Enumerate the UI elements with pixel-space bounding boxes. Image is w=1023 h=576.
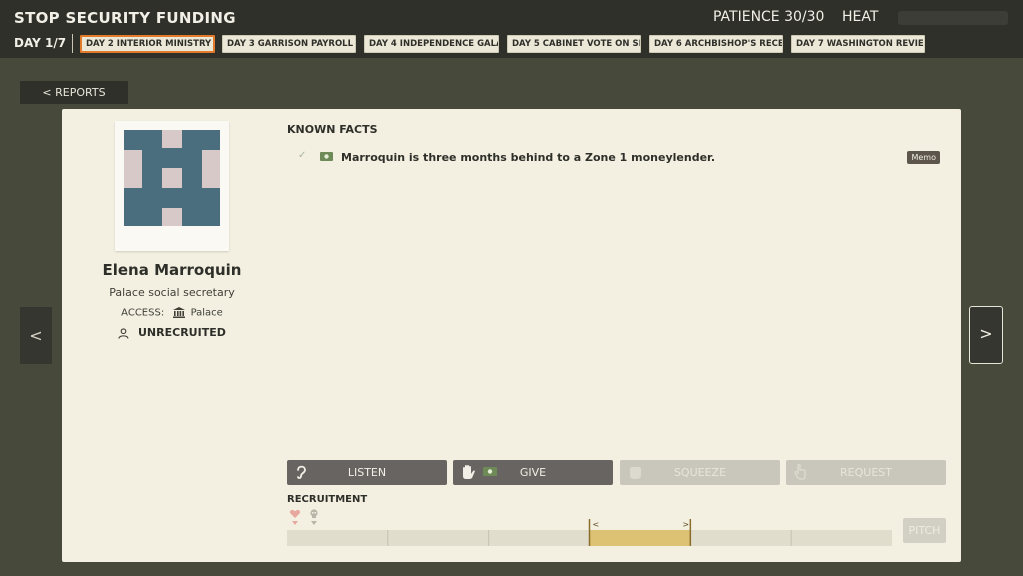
tab-day-6[interactable]: DAY 6 ARCHBISHOP'S RECE... <box>649 35 783 53</box>
listen-button[interactable]: LISTEN <box>287 460 447 485</box>
recruitment-segment <box>387 530 489 546</box>
contact-card: Elena Marroquin Palace social secretary … <box>62 109 961 562</box>
next-contact-button[interactable]: > <box>969 306 1003 364</box>
give-label: GIVE <box>519 466 547 479</box>
check-icon: ✓ <box>298 150 307 161</box>
recruitment-heading: RECRUITMENT <box>287 494 368 505</box>
target-zone-left-marker: < <box>593 520 600 529</box>
tab-day-2[interactable]: DAY 2 INTERIOR MINISTRY ... <box>80 35 215 53</box>
money-icon <box>320 152 333 161</box>
give-button[interactable]: GIVE <box>453 460 613 485</box>
recruitment-segment <box>287 530 388 546</box>
request-label: REQUEST <box>840 466 892 479</box>
fact-text: Marroquin is three months behind to a Zo… <box>341 151 716 164</box>
pointing-hand-icon <box>794 464 806 480</box>
recruitment-segment <box>690 530 792 546</box>
mission-title: STOP SECURITY FUNDING <box>14 9 236 27</box>
previous-contact-button[interactable]: < <box>20 307 52 364</box>
recruitment-target-zone <box>589 530 691 546</box>
recruitment-segment <box>488 530 590 546</box>
squeeze-label: SQUEEZE <box>673 466 727 479</box>
heat-label: HEAT <box>842 9 879 25</box>
day-divider <box>72 34 73 53</box>
hand-money-icon <box>463 465 497 479</box>
day-counter: DAY 1/7 <box>14 36 67 50</box>
access-row: ACCESS: Palace <box>62 307 282 319</box>
heat-meter <box>898 11 1008 25</box>
portrait <box>115 121 229 251</box>
person-icon <box>118 327 129 339</box>
recruitment-segment <box>791 530 892 546</box>
contact-role: Palace social secretary <box>109 286 235 299</box>
known-facts-heading: KNOWN FACTS <box>287 123 378 136</box>
recruit-status: UNRECRUITED <box>62 326 282 339</box>
memo-badge[interactable]: Memo <box>907 151 940 164</box>
pitch-button[interactable]: PITCH <box>903 518 946 543</box>
contact-name: Elena Marroquin <box>102 261 242 279</box>
access-value: Palace <box>190 307 223 319</box>
target-zone-right-marker: > <box>682 520 689 529</box>
listen-label: LISTEN <box>347 466 387 479</box>
top-bar: STOP SECURITY FUNDING PATIENCE 30/30 HEA… <box>0 0 1023 58</box>
tab-day-3[interactable]: DAY 3 GARRISON PAYROLL ... <box>222 35 356 53</box>
building-icon <box>173 307 186 318</box>
tab-day-5[interactable]: DAY 5 CABINET VOTE ON SE... <box>507 35 641 53</box>
recruitment-track: < > <box>287 519 892 546</box>
tab-day-4[interactable]: DAY 4 INDEPENDENCE GALA <box>364 35 499 53</box>
reports-back-button[interactable]: < REPORTS <box>20 81 128 104</box>
squeeze-button[interactable]: SQUEEZE <box>620 460 780 485</box>
recruit-status-label: UNRECRUITED <box>138 326 226 339</box>
portrait-pattern-icon <box>124 130 220 226</box>
tab-day-7[interactable]: DAY 7 WASHINGTON REVIEW <box>791 35 925 53</box>
access-label: ACCESS: <box>121 307 165 319</box>
patience-counter: PATIENCE 30/30 <box>713 9 825 25</box>
request-button[interactable]: REQUEST <box>786 460 946 485</box>
ear-icon <box>297 465 306 479</box>
fact-item: ✓ Marroquin is three months behind to a … <box>298 150 940 166</box>
fist-icon <box>630 467 641 479</box>
